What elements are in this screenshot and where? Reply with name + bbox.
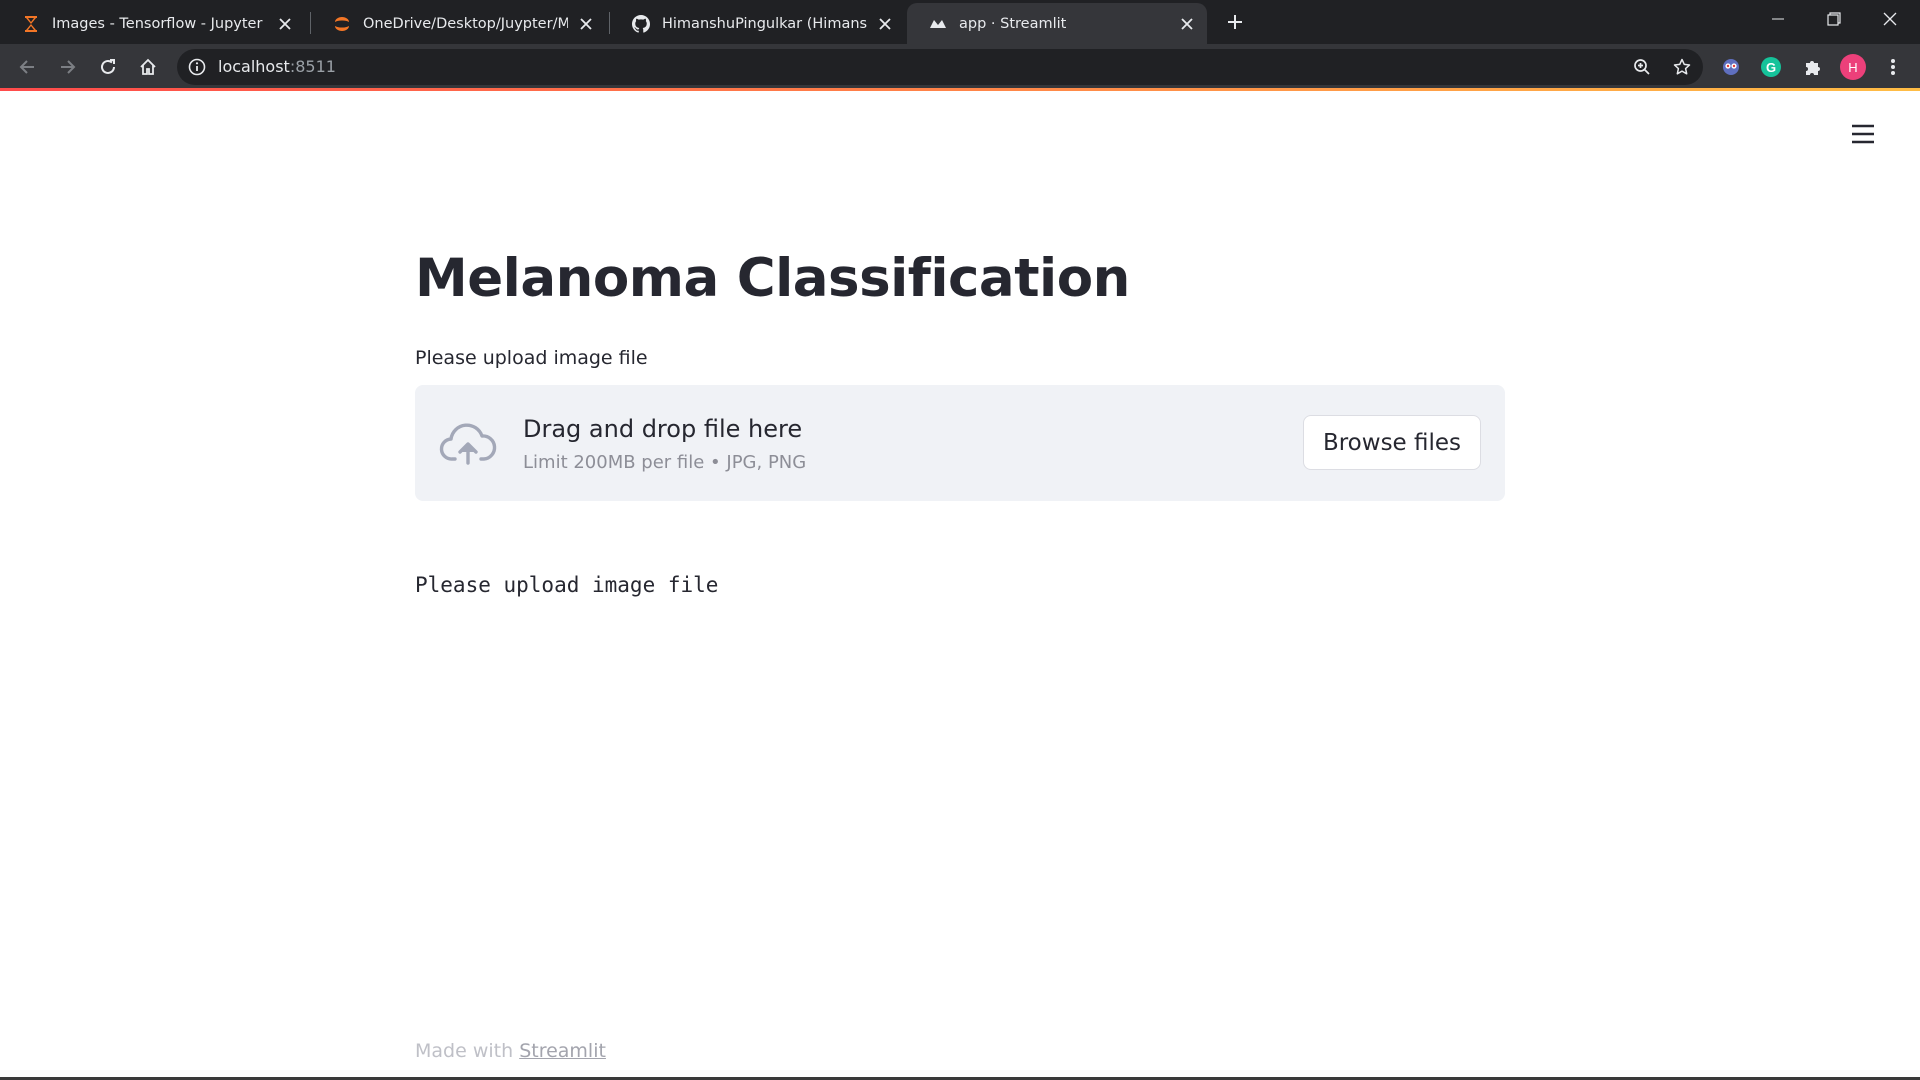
streamlit-link[interactable]: Streamlit	[519, 1040, 606, 1062]
back-button[interactable]	[13, 53, 41, 81]
grammarly-icon[interactable]: G	[1761, 57, 1781, 77]
minimize-button[interactable]	[1750, 0, 1806, 38]
kebab-menu-icon	[1891, 59, 1895, 75]
close-tab-icon[interactable]	[275, 14, 295, 34]
browser-menu-button[interactable]	[1880, 54, 1906, 80]
tab-jupyter-images[interactable]: Images - Tensorflow - Jupyter No	[0, 3, 305, 44]
tab-github[interactable]: HimanshuPingulkar (Himanshu P	[610, 3, 905, 44]
restore-icon	[1827, 12, 1841, 26]
restore-button[interactable]	[1806, 0, 1862, 38]
footer-prefix: Made with	[415, 1040, 520, 1062]
streamlit-icon	[929, 15, 947, 33]
cloud-upload-icon	[439, 423, 497, 465]
tab-onedrive-notebook[interactable]: OneDrive/Desktop/Juypter/Melan	[311, 3, 606, 44]
reload-icon	[101, 59, 115, 74]
file-uploader-label: Please upload image file	[415, 347, 648, 369]
minimize-icon	[1772, 18, 1784, 20]
dropzone-title: Drag and drop file here	[523, 415, 803, 443]
plus-icon	[1228, 15, 1242, 29]
streamlit-decoration-bar	[0, 88, 1920, 91]
close-window-button[interactable]	[1862, 0, 1918, 38]
tab-title: app · Streamlit	[959, 15, 1067, 32]
page-title: Melanoma Classification	[415, 248, 1130, 309]
app-menu-button[interactable]	[1849, 120, 1877, 148]
dropzone-limit-text: Limit 200MB per file • JPG, PNG	[523, 452, 807, 473]
close-icon	[1883, 12, 1897, 26]
tab-title: Images - Tensorflow - Jupyter No	[52, 15, 267, 32]
zoom-icon[interactable]	[1631, 56, 1653, 78]
arrow-right-icon	[61, 60, 76, 74]
browser-toolbar: localhost:8511 G H	[0, 44, 1920, 90]
address-bar[interactable]: localhost:8511	[177, 49, 1703, 85]
browser-tab-strip: Images - Tensorflow - Jupyter No OneDriv…	[0, 0, 1920, 44]
extension-icon[interactable]	[1718, 54, 1744, 80]
url-text[interactable]: localhost:8511	[218, 57, 336, 76]
home-button[interactable]	[134, 53, 162, 81]
status-text: Please upload image file	[415, 573, 719, 597]
tab-title: OneDrive/Desktop/Juypter/Melan	[363, 15, 568, 32]
forward-button[interactable]	[54, 53, 82, 81]
tab-streamlit-app[interactable]: app · Streamlit	[907, 3, 1207, 44]
close-tab-icon[interactable]	[1177, 14, 1197, 34]
file-dropzone[interactable]: Drag and drop file here Limit 200MB per …	[415, 385, 1505, 501]
browse-files-button[interactable]: Browse files	[1303, 415, 1481, 470]
tab-title: HimanshuPingulkar (Himanshu P	[662, 15, 867, 32]
github-icon	[632, 14, 650, 33]
footer: Made with Streamlit	[415, 1040, 606, 1062]
bookmark-star-icon[interactable]	[1671, 56, 1693, 78]
info-icon[interactable]	[187, 57, 207, 77]
reload-button[interactable]	[94, 53, 122, 81]
jupyter-logo-icon	[333, 15, 351, 33]
close-tab-icon[interactable]	[875, 14, 895, 34]
close-tab-icon[interactable]	[576, 14, 596, 34]
extensions-puzzle-icon[interactable]	[1800, 54, 1826, 80]
jupyter-icon	[22, 15, 40, 33]
profile-avatar[interactable]: H	[1840, 54, 1866, 80]
new-tab-button[interactable]	[1222, 9, 1248, 35]
home-icon	[140, 58, 156, 75]
arrow-left-icon	[19, 60, 34, 74]
hamburger-icon	[1852, 124, 1874, 144]
